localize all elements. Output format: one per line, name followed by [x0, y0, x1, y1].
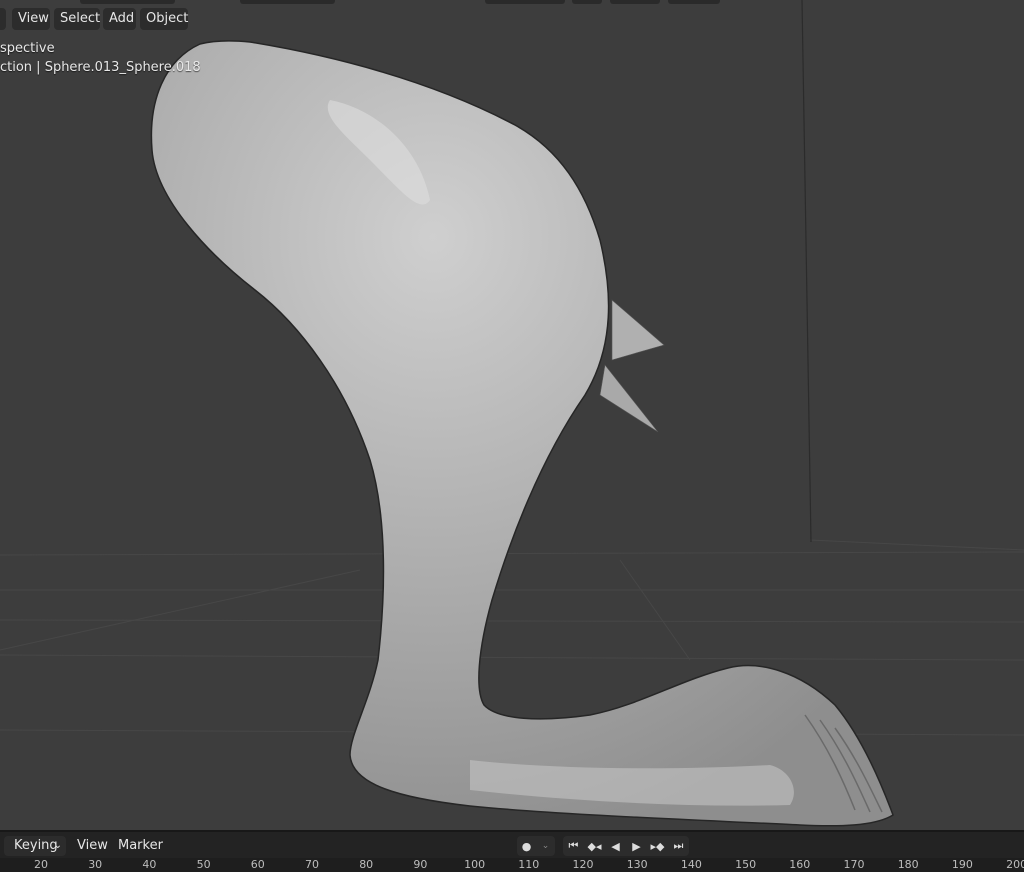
frame-tick: 70 — [305, 858, 319, 871]
viewport-scene — [0, 0, 1024, 827]
next-keyframe-icon[interactable]: ▸◆ — [647, 836, 668, 856]
mesh-object — [150, 40, 894, 827]
chevron-down-icon: ⌄ — [53, 840, 62, 851]
prev-keyframe-icon[interactable]: ◆◂ — [584, 836, 605, 856]
timeline-editor: Keying ⌄ View Marker ● ⌄ ⏮ ◆◂ ◀ ▶ ▸◆ ⏭ 2… — [0, 830, 1024, 872]
timeline-divider — [0, 830, 1024, 832]
playback-controls: ⏮ ◆◂ ◀ ▶ ▸◆ ⏭ — [563, 836, 689, 856]
play-icon[interactable]: ▶ — [626, 836, 647, 856]
add-menu[interactable]: Add — [103, 8, 136, 30]
auto-keying-group: ● ⌄ — [517, 836, 555, 856]
z-axis-line — [801, 0, 812, 543]
3d-viewport[interactable]: View Select Add Object spective ction | … — [0, 0, 1024, 830]
frame-tick: 130 — [626, 858, 648, 871]
play-reverse-icon[interactable]: ◀ — [605, 836, 626, 856]
frame-tick: 100 — [464, 858, 486, 871]
editor-type-button[interactable] — [0, 8, 6, 30]
frame-tick: 190 — [951, 858, 973, 871]
frame-tick: 80 — [359, 858, 374, 871]
frame-tick: 90 — [413, 858, 428, 871]
frame-tick: 170 — [843, 858, 865, 871]
view-perspective-label: spective — [0, 41, 55, 56]
frame-tick: 180 — [897, 858, 919, 871]
object-menu[interactable]: Object — [140, 8, 188, 30]
record-icon[interactable]: ● — [517, 836, 536, 856]
keying-label: Keying — [14, 838, 58, 853]
frame-tick: 110 — [518, 858, 540, 871]
view-menu[interactable]: View — [12, 8, 50, 30]
timeline-view-menu[interactable]: View — [77, 836, 108, 856]
collection-object-label: ction | Sphere.013_Sphere.018 — [0, 60, 201, 75]
keying-dropdown[interactable]: Keying ⌄ — [4, 836, 66, 856]
frame-tick: 30 — [88, 858, 103, 871]
frame-tick: 120 — [572, 858, 594, 871]
grid-floor — [0, 539, 1024, 736]
frame-tick: 50 — [196, 858, 211, 871]
select-menu[interactable]: Select — [54, 8, 100, 30]
chevron-down-icon[interactable]: ⌄ — [536, 836, 555, 856]
frame-tick: 140 — [680, 858, 702, 871]
jump-start-icon[interactable]: ⏮ — [563, 836, 584, 856]
frame-tick: 60 — [250, 858, 265, 871]
frame-ruler[interactable]: 20 30 40 50 60 70 80 90 100 110 120 130 140 150 160 170… — [0, 858, 1024, 872]
jump-end-icon[interactable]: ⏭ — [668, 836, 689, 856]
viewport-header: View Select Add Object — [0, 0, 1024, 36]
frame-tick: 150 — [735, 858, 757, 871]
frame-tick: 40 — [142, 858, 157, 871]
frame-tick: 200 — [1006, 858, 1024, 871]
marker-menu[interactable]: Marker — [118, 836, 163, 856]
frame-tick: 160 — [789, 858, 811, 871]
frame-tick: 20 — [34, 858, 48, 871]
